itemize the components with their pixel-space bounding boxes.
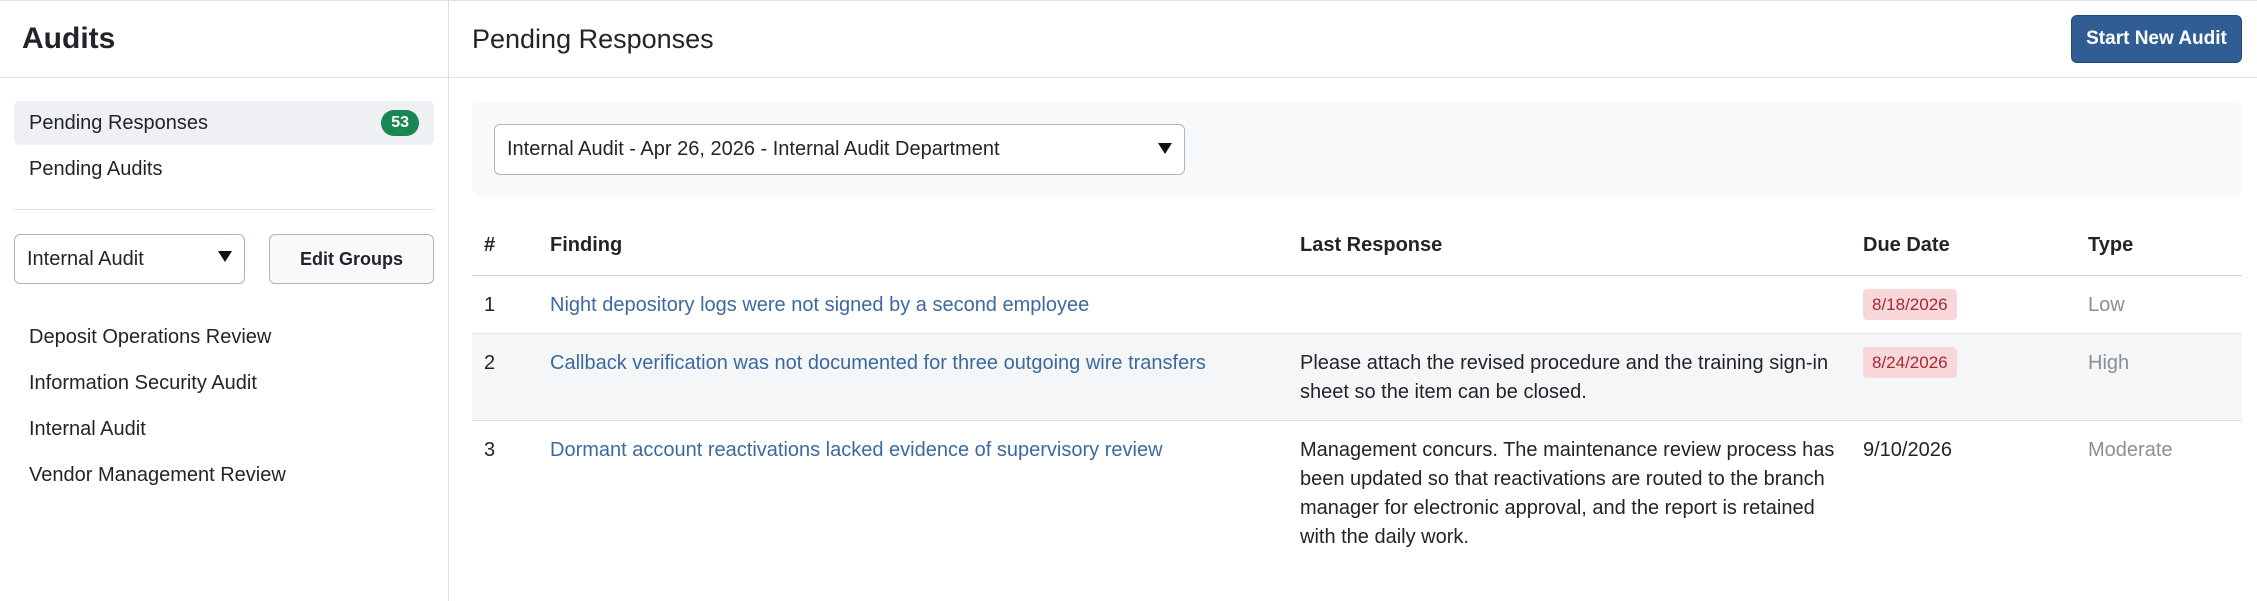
audit-select-value: Internal Audit - Apr 26, 2026 - Internal… bbox=[507, 137, 1000, 160]
row-number: 2 bbox=[472, 333, 538, 421]
findings-table: # Finding Last Response Due Date Type 1 … bbox=[472, 216, 2242, 565]
edit-groups-button[interactable]: Edit Groups bbox=[269, 234, 434, 284]
sidebar-header: Audits bbox=[0, 1, 448, 78]
type-cell: Low bbox=[2076, 275, 2242, 334]
caret-down-icon bbox=[1158, 142, 1172, 154]
sidebar-divider bbox=[14, 209, 434, 210]
row-number: 3 bbox=[484, 438, 496, 461]
finding-link[interactable]: Dormant account reactivations lacked evi… bbox=[550, 439, 1163, 461]
finding-cell: Night depository logs were not signed by… bbox=[538, 275, 1288, 334]
last-response-cell: Management concurs. The maintenance revi… bbox=[1300, 438, 1835, 548]
group-item-vendor-management-review[interactable]: Vendor Management Review bbox=[14, 452, 434, 498]
group-item-deposit-operations-review[interactable]: Deposit Operations Review bbox=[14, 314, 434, 360]
type-cell: High bbox=[2076, 333, 2242, 421]
row-number: 1 bbox=[472, 275, 538, 334]
app-root: Audits Pending Responses 53 Pending Audi… bbox=[0, 0, 2257, 601]
nav-item-pending-responses[interactable]: Pending Responses 53 bbox=[14, 101, 434, 145]
type-cell: Moderate bbox=[2088, 438, 2173, 461]
last-response-cell: Please attach the revised procedure and … bbox=[1288, 333, 1851, 421]
main-content: Pending Responses Start New Audit Intern… bbox=[449, 1, 2257, 601]
nav-item-label: Pending Responses bbox=[29, 111, 209, 134]
finding-link[interactable]: Night depository logs were not signed by… bbox=[550, 294, 1089, 316]
pending-count-badge: 53 bbox=[381, 110, 419, 136]
nav-item-pending-audits[interactable]: Pending Audits bbox=[14, 147, 434, 191]
main-header: Pending Responses Start New Audit bbox=[449, 1, 2257, 78]
group-select[interactable]: Internal Audit bbox=[14, 234, 245, 284]
due-date-cell: 9/10/2026 bbox=[1863, 438, 1952, 461]
sidebar: Audits Pending Responses 53 Pending Audi… bbox=[0, 1, 449, 601]
group-item-information-security-audit[interactable]: Information Security Audit bbox=[14, 360, 434, 406]
overdue-date-badge: 8/24/2026 bbox=[1863, 346, 1957, 378]
last-response-cell bbox=[1288, 275, 1851, 334]
audit-select[interactable]: Internal Audit - Apr 26, 2026 - Internal… bbox=[494, 123, 1185, 175]
group-list: Deposit Operations Review Information Se… bbox=[0, 284, 448, 498]
group-select-value: Internal Audit bbox=[27, 247, 144, 270]
nav-item-label: Pending Audits bbox=[29, 157, 163, 180]
table-row[interactable]: 1 Night depository logs were not signed … bbox=[472, 275, 2242, 334]
due-date-cell: 8/24/2026 bbox=[1851, 333, 2076, 421]
column-header-due-date[interactable]: Due Date bbox=[1851, 216, 2076, 276]
caret-down-icon bbox=[218, 251, 232, 262]
table-header-row: # Finding Last Response Due Date Type bbox=[472, 216, 2242, 276]
table-row[interactable]: 2 Callback verification was not document… bbox=[472, 333, 2242, 421]
start-new-audit-button[interactable]: Start New Audit bbox=[2071, 15, 2242, 63]
sidebar-nav: Pending Responses 53 Pending Audits bbox=[0, 78, 448, 191]
finding-link[interactable]: Callback verification was not documented… bbox=[550, 352, 1206, 374]
sidebar-title: Audits bbox=[22, 22, 116, 55]
column-header-type[interactable]: Type bbox=[2076, 216, 2242, 276]
finding-cell: Dormant account reactivations lacked evi… bbox=[538, 420, 1288, 565]
due-date-cell: 8/18/2026 bbox=[1851, 275, 2076, 334]
table-row[interactable]: 3 Dormant account reactivations lacked e… bbox=[472, 420, 2242, 565]
column-header-finding[interactable]: Finding bbox=[538, 216, 1288, 276]
finding-cell: Callback verification was not documented… bbox=[538, 333, 1288, 421]
group-controls: Internal Audit Edit Groups bbox=[0, 234, 448, 284]
overdue-date-badge: 8/18/2026 bbox=[1863, 288, 1957, 320]
group-item-internal-audit[interactable]: Internal Audit bbox=[14, 406, 434, 452]
column-header-number[interactable]: # bbox=[472, 216, 538, 276]
column-header-last-response[interactable]: Last Response bbox=[1288, 216, 1851, 276]
filter-panel: Internal Audit - Apr 26, 2026 - Internal… bbox=[472, 102, 2242, 196]
page-title: Pending Responses bbox=[472, 23, 714, 54]
